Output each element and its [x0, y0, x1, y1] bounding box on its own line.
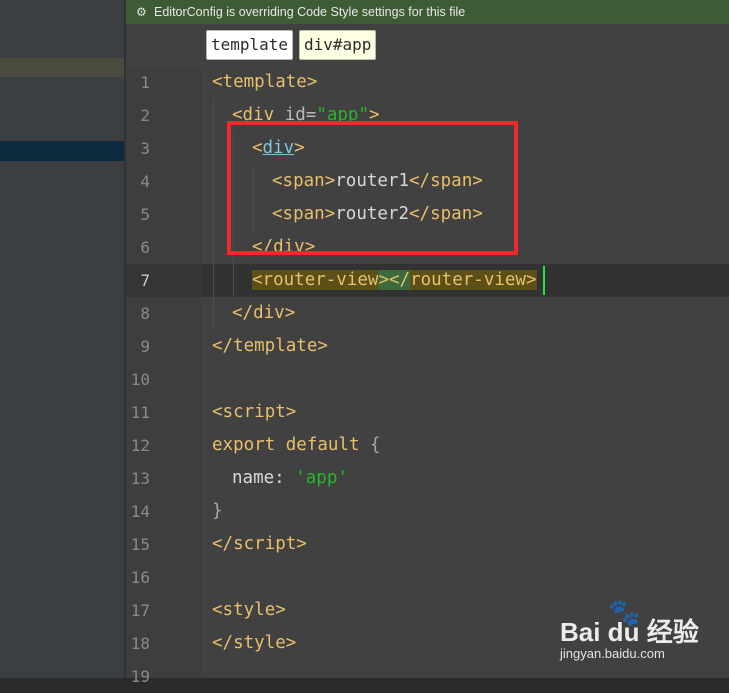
code-line-11: <script>: [212, 396, 296, 429]
line-number[interactable]: 1: [126, 66, 150, 99]
tag-bracket: <: [252, 270, 263, 290]
tag-bracket: <: [212, 402, 223, 422]
code-line-12: export default {: [212, 429, 381, 462]
tag-bracket: <: [212, 72, 223, 92]
line-number[interactable]: 5: [126, 198, 150, 231]
tag-bracket: </: [389, 270, 411, 290]
line-number[interactable]: 6: [126, 231, 150, 264]
brace: {: [359, 435, 381, 455]
breadcrumb-item-template[interactable]: template: [206, 30, 294, 60]
tag-bracket: <: [212, 600, 223, 620]
editorconfig-notification-banner: ⚙ EditorConfig is overriding Code Style …: [126, 0, 729, 24]
line-number[interactable]: 12: [126, 429, 150, 462]
breadcrumb-item-div-app[interactable]: div#app: [299, 30, 377, 60]
code-line-18: </style>: [212, 627, 296, 660]
line-number[interactable]: 4: [126, 165, 150, 198]
highlight-annotation-box: [227, 121, 518, 255]
tag-bracket: >: [317, 336, 328, 356]
code-line-7: <router-view></router-view>: [252, 264, 537, 297]
tag-bracket: </: [212, 633, 234, 653]
string-literal: 'app': [295, 468, 348, 488]
tag-name: div: [253, 303, 285, 323]
colon: :: [274, 468, 296, 488]
project-tree-row-selected[interactable]: [0, 141, 124, 161]
line-number[interactable]: 19: [126, 660, 150, 693]
brace: }: [212, 501, 223, 521]
tag-name: template: [233, 336, 318, 356]
baidu-jingyan-watermark: 🐾 Bai du 经验 jingyan.baidu.com: [560, 598, 720, 668]
line-number[interactable]: 9: [126, 330, 150, 363]
code-line-17: <style>: [212, 594, 286, 627]
tag-bracket: >: [306, 72, 318, 92]
project-tree-row-highlighted[interactable]: [0, 58, 124, 77]
line-number[interactable]: 18: [126, 627, 150, 660]
tag-bracket: </: [232, 303, 254, 323]
tag-bracket: >: [285, 402, 297, 422]
tag-name: script: [222, 402, 286, 422]
code-line-13: name: 'app': [232, 462, 348, 495]
code-line-14: }: [212, 495, 223, 528]
code-line-15: </script>: [212, 528, 307, 561]
property-name: name: [232, 468, 275, 488]
line-number[interactable]: 17: [126, 594, 150, 627]
tag-bracket: >: [296, 534, 307, 554]
code-line-8: </div>: [232, 297, 295, 330]
line-number[interactable]: 16: [126, 561, 150, 594]
watermark-logo: Bai du 经验: [560, 617, 699, 647]
tag-bracket: >: [525, 270, 537, 290]
tag-name: router-view: [262, 270, 379, 290]
code-line-9: </template>: [212, 330, 328, 363]
tag-bracket: >: [378, 270, 389, 290]
tag-bracket: </: [212, 336, 234, 356]
text-caret: [543, 266, 545, 295]
tag-name: template: [222, 72, 307, 92]
line-number[interactable]: 10: [126, 363, 150, 396]
tag-name: router-view: [410, 270, 526, 290]
line-number[interactable]: 7: [126, 264, 150, 297]
indent-guide: [213, 99, 214, 330]
line-number[interactable]: 8: [126, 297, 150, 330]
tag-bracket: >: [285, 633, 297, 653]
tag-bracket: </: [212, 534, 234, 554]
line-number[interactable]: 11: [126, 396, 150, 429]
banner-text: EditorConfig is overriding Code Style se…: [154, 5, 466, 19]
line-number[interactable]: 15: [126, 528, 150, 561]
line-number[interactable]: 2: [126, 99, 150, 132]
editorconfig-icon: ⚙: [136, 5, 147, 19]
project-tool-window: [0, 0, 124, 678]
breadcrumb: template div#app: [126, 24, 729, 66]
code-line-1: <template>: [212, 66, 317, 99]
watermark-url: jingyan.baidu.com: [560, 646, 665, 661]
line-number[interactable]: 14: [126, 495, 150, 528]
line-number[interactable]: 13: [126, 462, 150, 495]
tag-bracket: >: [284, 303, 296, 323]
tag-name: style: [233, 633, 286, 653]
tag-name: style: [222, 600, 276, 620]
keyword: export default: [212, 435, 360, 455]
line-number[interactable]: 3: [126, 132, 150, 165]
tag-name: script: [233, 534, 297, 554]
tag-bracket: >: [275, 600, 286, 620]
